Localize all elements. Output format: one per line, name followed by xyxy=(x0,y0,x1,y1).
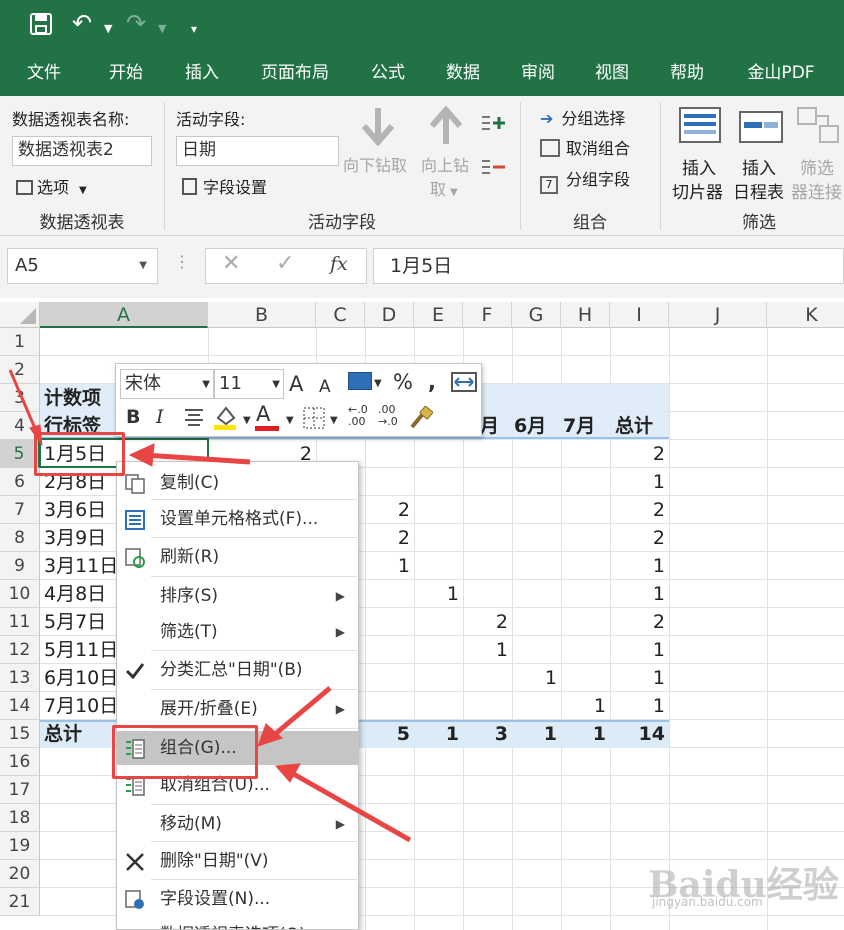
annotation-arrows xyxy=(8,369,412,843)
watermark-url: jingyan.baidu.com xyxy=(652,895,763,909)
